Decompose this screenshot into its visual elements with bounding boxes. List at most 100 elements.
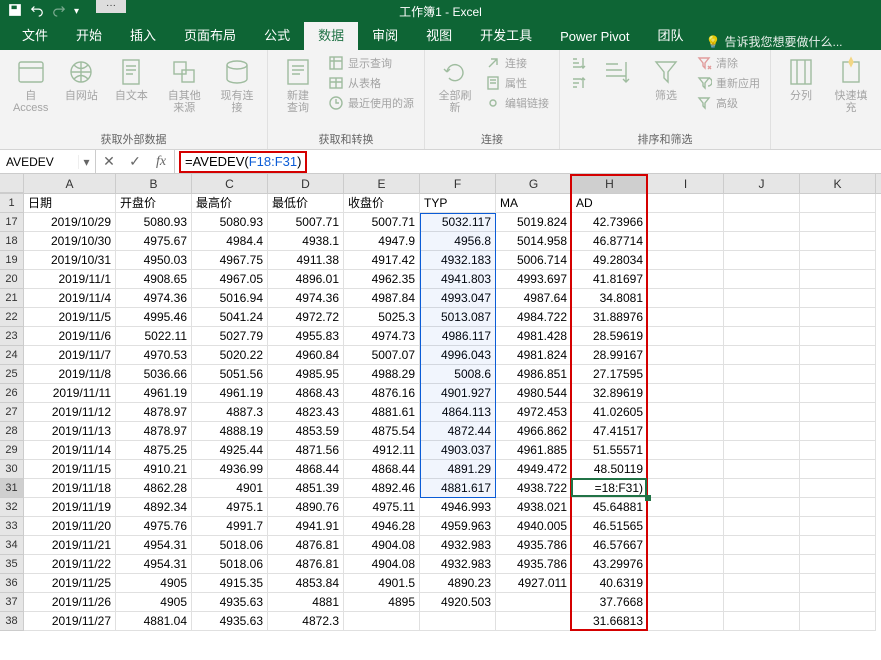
row-header[interactable]: 17 xyxy=(0,213,24,232)
name-box[interactable]: ▾ xyxy=(0,150,96,173)
data-cell[interactable]: 4974.36 xyxy=(268,289,344,308)
data-cell[interactable]: 4892.34 xyxy=(116,498,192,517)
data-cell[interactable]: 4967.75 xyxy=(192,251,268,270)
from-text-button[interactable]: 自文本 xyxy=(109,54,153,104)
data-cell[interactable] xyxy=(420,612,496,631)
data-cell[interactable]: 32.89619 xyxy=(572,384,648,403)
data-cell[interactable]: 4853.59 xyxy=(268,422,344,441)
data-cell[interactable]: 4925.44 xyxy=(192,441,268,460)
header-cell[interactable]: AD xyxy=(572,194,648,213)
data-cell[interactable]: 5025.3 xyxy=(344,308,420,327)
data-cell[interactable]: 2019/11/27 xyxy=(24,612,116,631)
data-cell[interactable]: 2019/11/19 xyxy=(24,498,116,517)
data-cell[interactable]: 4895 xyxy=(344,593,420,612)
data-cell[interactable]: 5032.117 xyxy=(420,213,496,232)
data-cell[interactable] xyxy=(724,555,800,574)
data-cell[interactable]: 4986.117 xyxy=(420,327,496,346)
row-header[interactable]: 27 xyxy=(0,403,24,422)
data-cell[interactable]: 5018.06 xyxy=(192,536,268,555)
data-cell[interactable]: 4875.54 xyxy=(344,422,420,441)
data-cell[interactable]: 46.87714 xyxy=(572,232,648,251)
data-cell[interactable]: 4996.043 xyxy=(420,346,496,365)
from-other-button[interactable]: 自其他来源 xyxy=(159,54,209,116)
cancel-button[interactable]: ✕ xyxy=(96,153,122,170)
data-cell[interactable] xyxy=(724,574,800,593)
row-header[interactable]: 35 xyxy=(0,555,24,574)
col-header-F[interactable]: F xyxy=(420,174,496,193)
data-cell[interactable] xyxy=(800,270,876,289)
data-cell[interactable]: 4980.544 xyxy=(496,384,572,403)
name-box-input[interactable] xyxy=(0,155,78,169)
data-cell[interactable]: 4932.983 xyxy=(420,555,496,574)
data-cell[interactable]: 41.02605 xyxy=(572,403,648,422)
data-cell[interactable] xyxy=(800,479,876,498)
row-header[interactable]: 23 xyxy=(0,327,24,346)
data-cell[interactable]: 2019/11/20 xyxy=(24,517,116,536)
row-header[interactable]: 22 xyxy=(0,308,24,327)
data-cell[interactable]: 4911.38 xyxy=(268,251,344,270)
data-cell[interactable]: 4981.428 xyxy=(496,327,572,346)
data-cell[interactable]: 4890.23 xyxy=(420,574,496,593)
data-cell[interactable] xyxy=(724,308,800,327)
data-cell[interactable]: 4946.993 xyxy=(420,498,496,517)
data-cell[interactable]: 2019/10/29 xyxy=(24,213,116,232)
data-cell[interactable]: 4985.95 xyxy=(268,365,344,384)
data-cell[interactable]: 4920.503 xyxy=(420,593,496,612)
data-cell[interactable]: 5007.71 xyxy=(268,213,344,232)
data-cell[interactable]: 28.99167 xyxy=(572,346,648,365)
data-cell[interactable]: 41.81697 xyxy=(572,270,648,289)
data-cell[interactable]: 43.29976 xyxy=(572,555,648,574)
data-cell[interactable]: 5041.24 xyxy=(192,308,268,327)
from-web-button[interactable]: 自网站 xyxy=(59,54,103,104)
row-header[interactable]: 34 xyxy=(0,536,24,555)
tab-insert[interactable]: 插入 xyxy=(116,19,170,50)
data-cell[interactable] xyxy=(800,574,876,593)
data-cell[interactable]: 2019/11/25 xyxy=(24,574,116,593)
data-cell[interactable]: 5013.087 xyxy=(420,308,496,327)
data-cell[interactable]: 5051.56 xyxy=(192,365,268,384)
data-cell[interactable] xyxy=(648,498,724,517)
header-cell[interactable]: TYP xyxy=(420,194,496,213)
data-cell[interactable] xyxy=(724,346,800,365)
data-cell[interactable]: 4988.29 xyxy=(344,365,420,384)
data-cell[interactable]: 47.41517 xyxy=(572,422,648,441)
data-cell[interactable] xyxy=(800,365,876,384)
spreadsheet-grid[interactable]: ABCDEFGHIJK 1日期开盘价最高价最低价收盘价TYPMAAD172019… xyxy=(0,174,881,631)
data-cell[interactable]: 4908.65 xyxy=(116,270,192,289)
data-cell[interactable]: 4961.19 xyxy=(116,384,192,403)
data-cell[interactable]: 2019/11/7 xyxy=(24,346,116,365)
row-header[interactable]: 19 xyxy=(0,251,24,270)
tab-review[interactable]: 审阅 xyxy=(358,19,412,50)
data-cell[interactable]: 49.28034 xyxy=(572,251,648,270)
data-cell[interactable] xyxy=(648,365,724,384)
tab-file[interactable]: 文件 xyxy=(8,19,62,50)
header-cell[interactable]: 收盘价 xyxy=(344,194,420,213)
row-header[interactable]: 20 xyxy=(0,270,24,289)
data-cell[interactable] xyxy=(724,403,800,422)
col-header-I[interactable]: I xyxy=(648,174,724,193)
data-cell[interactable] xyxy=(496,593,572,612)
flash-fill-button[interactable]: 快速填充 xyxy=(829,54,873,116)
data-cell[interactable]: 4962.35 xyxy=(344,270,420,289)
sort-asc-button[interactable] xyxy=(568,54,588,72)
data-cell[interactable] xyxy=(724,384,800,403)
data-cell[interactable] xyxy=(648,327,724,346)
data-cell[interactable] xyxy=(724,327,800,346)
data-cell[interactable]: 4955.83 xyxy=(268,327,344,346)
tab-formulas[interactable]: 公式 xyxy=(250,19,304,50)
data-cell[interactable]: 4927.011 xyxy=(496,574,572,593)
data-cell[interactable] xyxy=(724,232,800,251)
data-cell[interactable] xyxy=(724,365,800,384)
row-header[interactable]: 21 xyxy=(0,289,24,308)
col-header-G[interactable]: G xyxy=(496,174,572,193)
data-cell[interactable]: 2019/11/21 xyxy=(24,536,116,555)
data-cell[interactable]: 4896.01 xyxy=(268,270,344,289)
data-cell[interactable]: 4993.697 xyxy=(496,270,572,289)
data-cell[interactable]: 4905 xyxy=(116,574,192,593)
data-cell[interactable]: 4987.64 xyxy=(496,289,572,308)
qat-customize-icon[interactable]: ▾ xyxy=(74,6,79,17)
data-cell[interactable] xyxy=(724,270,800,289)
data-cell[interactable]: 4984.4 xyxy=(192,232,268,251)
data-cell[interactable] xyxy=(800,308,876,327)
data-cell[interactable]: 4967.05 xyxy=(192,270,268,289)
